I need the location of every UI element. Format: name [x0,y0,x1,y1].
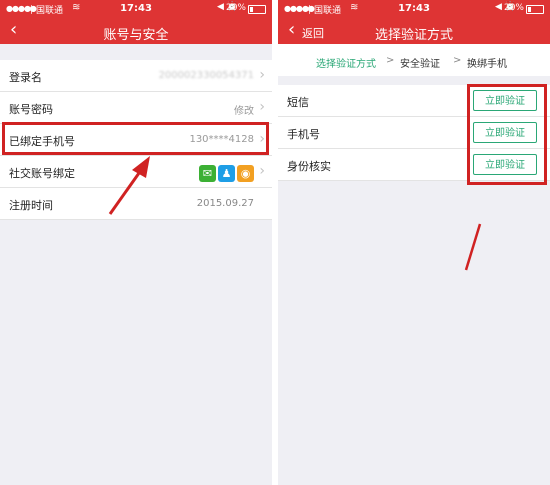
breadcrumb-step-2: 安全验证 [400,59,440,70]
chevron-right-icon: › [259,67,265,83]
breadcrumb: 选择验证方式 > 安全验证 > 换绑手机 [278,44,550,76]
method-label: 手机号 [287,128,320,141]
battery-percent: 20% [503,3,524,13]
wechat-icon: ✉ [199,165,216,182]
breadcrumb-sep: > [386,55,395,66]
battery-icon [248,5,266,14]
social-icons: ✉ ♟ ◉ [197,162,254,182]
battery-icon [526,5,544,14]
page-title: 选择验证方式 [374,28,453,43]
chevron-right-icon: › [259,163,265,179]
method-label: 身份核实 [287,160,331,173]
row-value: 修改 [234,106,254,117]
breadcrumb-step-1: 选择验证方式 [316,59,376,70]
row-value: 2015.09.27 [196,198,254,209]
weibo-icon: ◉ [237,165,254,182]
nav-bar: ‹ 返回 选择验证方式 [278,18,550,44]
account-security-screen: ●●●●● 中国联通 ≋ 17:43 ◀ ⏰ 20% ‹ 账号与安全 登录名 2… [0,0,272,485]
row-label: 注册时间 [9,199,53,212]
page-title: 账号与安全 [103,28,169,43]
row-label: 社交账号绑定 [9,167,75,180]
qq-icon: ♟ [218,165,235,182]
annotation-line-icon [464,223,482,271]
breadcrumb-sep: > [453,55,462,66]
method-label: 短信 [287,96,309,109]
breadcrumb-step-3: 换绑手机 [467,59,507,70]
row-login-name[interactable]: 登录名 200002330054371 › [0,60,272,92]
row-value: 200002330054371 [158,70,254,81]
row-label: 登录名 [9,71,42,84]
annotation-arrow-icon [108,156,150,215]
row-password[interactable]: 账号密码 修改 › [0,92,272,124]
chevron-right-icon: › [259,99,265,115]
verify-method-screen: ●●●●● 中国联通 ≋ 17:43 ◀ ⏰ 20% ‹ 返回 选择验证方式 选… [278,0,550,485]
status-bar: ●●●●● 中国联通 ≋ 17:43 ◀ ⏰ 20% [278,0,550,18]
row-label: 账号密码 [9,103,53,116]
nav-bar: ‹ 账号与安全 [0,18,272,44]
status-bar: ●●●●● 中国联通 ≋ 17:43 ◀ ⏰ 20% [0,0,272,18]
battery-percent: 20% [225,3,246,13]
highlight-box [467,84,547,185]
